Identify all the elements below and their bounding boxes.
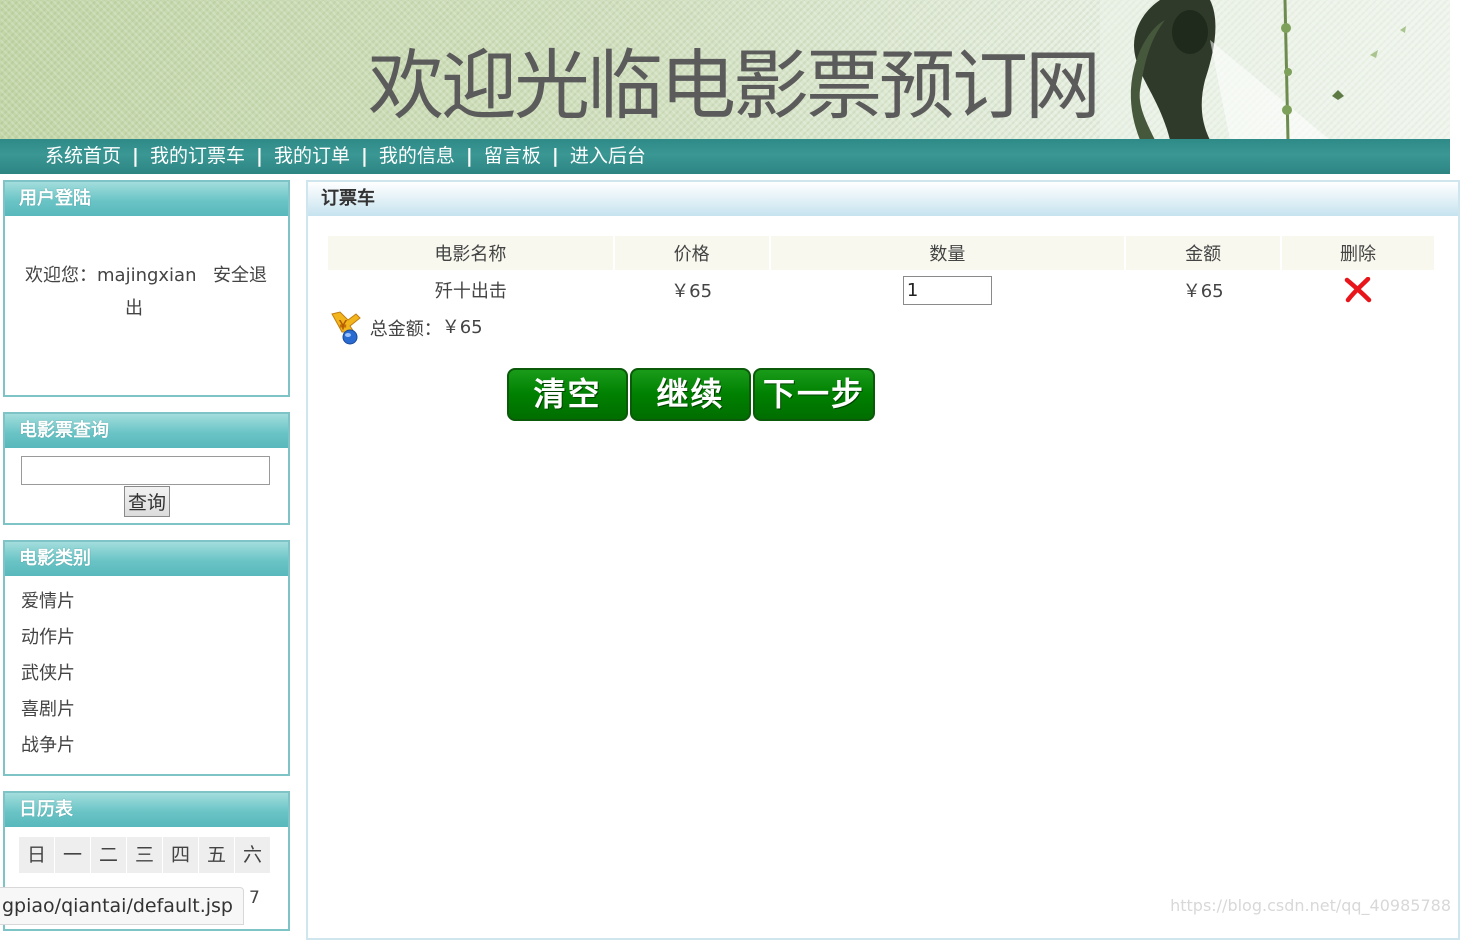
nav-separator: | bbox=[255, 145, 263, 167]
cart-table: 电影名称 价格 数量 金额 删除 歼十出击 ￥65 ￥65 bbox=[328, 236, 1436, 310]
login-box-body: 欢迎您：majingxian 安全退 出 bbox=[5, 216, 288, 395]
cell-quantity bbox=[770, 270, 1126, 310]
weekday-sun: 日 bbox=[19, 837, 55, 873]
search-button[interactable]: 查询 bbox=[124, 486, 170, 517]
calendar-box-heading: 日历表 bbox=[5, 793, 288, 827]
category-box-heading: 电影类别 bbox=[5, 542, 288, 576]
nav-ticket-cart-link[interactable]: 我的订票车 bbox=[150, 145, 245, 167]
column-amount: 金额 bbox=[1125, 236, 1283, 270]
watermark: https://blog.csdn.net/qq_40985788 bbox=[1170, 896, 1451, 915]
category-item-action[interactable]: 动作片 bbox=[21, 624, 288, 660]
weekday-wed: 三 bbox=[127, 837, 163, 873]
cell-amount: ￥65 bbox=[1182, 281, 1224, 302]
banner-decoration bbox=[1100, 0, 1450, 140]
logout-link[interactable]: 安全退 bbox=[213, 261, 267, 287]
cell-delete bbox=[1281, 270, 1435, 310]
weekday-fri: 五 bbox=[199, 837, 235, 873]
nav-separator: | bbox=[551, 145, 559, 167]
column-quantity: 数量 bbox=[769, 236, 1127, 270]
total-label: 总金额： bbox=[369, 319, 442, 340]
movie-category-box: 电影类别 爱情片 动作片 武侠片 喜剧片 战争片 bbox=[3, 540, 290, 776]
calendar-weekday-row: 日 一 二 三 四 五 六 bbox=[19, 837, 271, 873]
calendar-day[interactable]: 7 bbox=[249, 888, 260, 908]
category-item-martial-arts[interactable]: 武侠片 bbox=[21, 660, 288, 696]
banner-right-edge bbox=[1450, 0, 1461, 165]
total-value: ￥65 bbox=[441, 317, 483, 338]
weekday-mon: 一 bbox=[55, 837, 91, 873]
login-box-heading: 用户登陆 bbox=[5, 182, 288, 216]
cell-movie-name: 歼十出击 bbox=[434, 281, 507, 302]
table-row: 歼十出击 ￥65 ￥65 bbox=[328, 270, 1435, 310]
continue-shopping-button[interactable]: 继续 bbox=[630, 368, 751, 421]
nav-admin-link[interactable]: 进入后台 bbox=[570, 145, 646, 167]
column-movie-name: 电影名称 bbox=[328, 236, 615, 270]
cart-heading: 订票车 bbox=[308, 182, 1458, 216]
site-title: 欢迎光临电影票预订网 bbox=[368, 41, 1101, 130]
welcome-text: 欢迎您：majingxian bbox=[25, 265, 197, 286]
logout-link-tail[interactable]: 出 bbox=[125, 294, 143, 320]
search-box-heading: 电影票查询 bbox=[5, 414, 288, 448]
category-item-romance[interactable]: 爱情片 bbox=[21, 588, 288, 624]
next-step-button[interactable]: 下一步 bbox=[753, 368, 875, 421]
total-amount-row: ￥ 总金额：￥65 bbox=[328, 310, 483, 346]
nav-separator: | bbox=[360, 145, 368, 167]
browser-status-url: gpiao/qiantai/default.jsp bbox=[0, 887, 244, 925]
weekday-tue: 二 bbox=[91, 837, 127, 873]
nav-home-link[interactable]: 系统首页 bbox=[45, 145, 121, 167]
main-nav: 系统首页 | 我的订票车 | 我的订单 | 我的信息 | 留言板 | 进入后台 bbox=[0, 139, 1450, 174]
ticket-cart-panel: 订票车 电影名称 价格 数量 金额 删除 歼十出击 ￥65 ￥65 bbox=[306, 180, 1460, 940]
category-item-war[interactable]: 战争片 bbox=[21, 732, 288, 768]
clear-cart-button[interactable]: 清空 bbox=[507, 368, 628, 421]
nav-separator: | bbox=[465, 145, 473, 167]
header-banner: 欢迎光临电影票预订网 bbox=[0, 0, 1450, 140]
nav-my-orders-link[interactable]: 我的订单 bbox=[274, 145, 350, 167]
cart-table-header-row: 电影名称 价格 数量 金额 删除 bbox=[328, 236, 1436, 270]
ticket-search-box: 电影票查询 查询 bbox=[3, 412, 290, 525]
weekday-sat: 六 bbox=[235, 837, 271, 873]
column-delete: 删除 bbox=[1281, 236, 1436, 270]
cell-price: ￥65 bbox=[671, 281, 713, 302]
user-login-box: 用户登陆 欢迎您：majingxian 安全退 出 bbox=[3, 180, 290, 397]
search-input[interactable] bbox=[21, 456, 270, 485]
svg-text:￥: ￥ bbox=[337, 318, 349, 332]
column-price: 价格 bbox=[613, 236, 771, 270]
quantity-input[interactable] bbox=[902, 275, 992, 305]
nav-separator: | bbox=[132, 145, 139, 167]
nav-message-board-link[interactable]: 留言板 bbox=[484, 145, 541, 167]
category-item-comedy[interactable]: 喜剧片 bbox=[21, 696, 288, 732]
weekday-thu: 四 bbox=[163, 837, 199, 873]
yuan-coin-icon: ￥ bbox=[331, 311, 361, 345]
nav-my-info-link[interactable]: 我的信息 bbox=[379, 145, 455, 167]
delete-x-icon[interactable] bbox=[1344, 277, 1372, 303]
category-list: 爱情片 动作片 武侠片 喜剧片 战争片 bbox=[5, 576, 288, 768]
